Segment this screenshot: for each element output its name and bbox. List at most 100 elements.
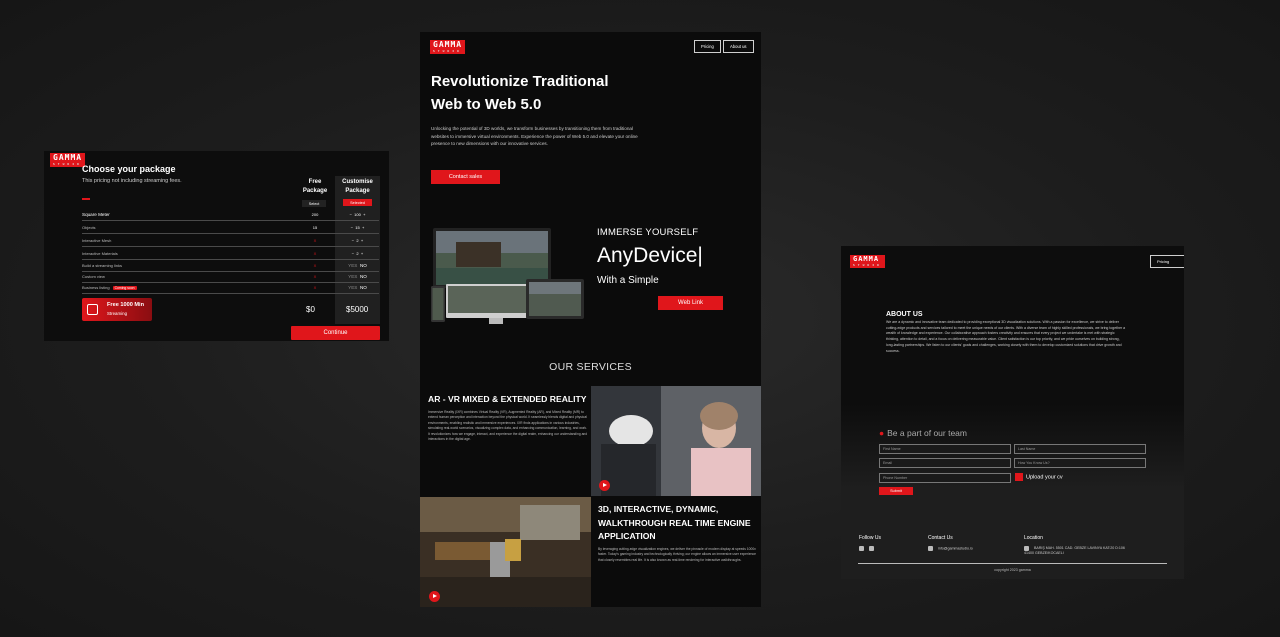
continue-button[interactable]: Continue [291, 326, 380, 340]
location-row: BARIŞ MAH. 5501 CAD. GEBZE LAVINYA KAT:2… [1024, 546, 1134, 556]
custom-price: $5000 [346, 305, 369, 314]
stepper-minus[interactable]: − [352, 238, 354, 243]
yes-no-toggle[interactable]: YES NO [335, 263, 380, 268]
hero-title-line1: Revolutionize Traditional [431, 73, 609, 90]
logo-text: GAMMA [53, 153, 83, 162]
stepper-minus[interactable]: − [350, 212, 352, 217]
play-icon[interactable] [429, 591, 440, 602]
contact-email-row[interactable]: info@gammastudio.io [928, 546, 973, 551]
mail-icon [928, 546, 933, 551]
youtube-icon[interactable] [869, 546, 874, 551]
gamma-logo[interactable]: GAMMA STUDIO [850, 255, 885, 268]
yes-option[interactable]: YES [348, 274, 357, 279]
select-free-button[interactable]: Select [302, 200, 326, 207]
custom-heading-line1: Customise [342, 179, 373, 185]
join-team-text: Be a part of our team [887, 428, 967, 438]
custom-package-heading: Customise Package [335, 178, 380, 195]
row-label: Custom view [82, 274, 105, 279]
follow-us-heading: Follow Us [859, 535, 881, 541]
stepper-value: 2 [356, 251, 359, 256]
hero-title: Revolutionize Traditional Web to Web 5.0 [431, 70, 691, 116]
no-option[interactable]: NO [360, 285, 367, 290]
pricing-subtitle: This pricing not including streaming fee… [82, 178, 182, 184]
stepper-plus[interactable]: + [363, 212, 365, 217]
vr-headset-photo [591, 386, 761, 496]
phone-field[interactable]: Phone Number [879, 473, 1011, 483]
logo-subtext: STUDIO [53, 162, 82, 166]
social-icons [859, 546, 879, 551]
upload-label: Upload your cv [1026, 474, 1063, 481]
custom-stepper: − 15 + [335, 225, 380, 230]
gamma-logo[interactable]: GAMMA STUDIO [430, 40, 466, 54]
yes-no-toggle[interactable]: YES NO [335, 274, 380, 279]
hero-title-line2: Web to Web 5.0 [431, 96, 542, 113]
service-realtime-engine: 3D, INTERACTIVE, DYNAMIC, WALKTHROUGH RE… [598, 503, 758, 563]
row-label-with-badge: Business listing Coming soon [82, 285, 137, 290]
stepper-minus[interactable]: − [352, 251, 354, 256]
contact-email[interactable]: info@gammastudio.io [938, 546, 973, 550]
stepper-value: 2 [356, 238, 359, 243]
pricing-panel: GAMMA STUDIO Choose your package This pri… [44, 151, 389, 341]
no-option[interactable]: NO [360, 274, 367, 279]
hero-description: Unlocking the potential of 3D worlds, we… [431, 126, 638, 146]
row-label: Interactive Mesh [82, 238, 112, 243]
linkedin-icon[interactable] [859, 546, 864, 551]
logo-subtext: STUDIO [433, 49, 462, 53]
streaming-subtitle: Streaming [107, 311, 128, 316]
free-package-heading: Free Package [296, 178, 334, 195]
yes-no-toggle[interactable]: YES NO [335, 285, 380, 290]
nav-pricing-button[interactable]: Pricing [694, 40, 721, 53]
footer-divider [858, 563, 1167, 564]
stepper-plus[interactable]: + [362, 225, 364, 230]
service-text: By leveraging cutting-edge visualization… [598, 546, 756, 562]
row-label: Objects [82, 225, 96, 230]
stepper-minus[interactable]: − [351, 225, 353, 230]
selected-custom-button[interactable]: Selected [343, 199, 372, 206]
stepper-value: 100 [354, 212, 361, 217]
stepper-plus[interactable]: + [361, 251, 363, 256]
web-link-button[interactable]: Web Link [658, 296, 723, 310]
email-field[interactable]: Email [879, 458, 1011, 468]
nav-about-button[interactable]: About us [723, 40, 754, 53]
about-title: ABOUT US [886, 311, 923, 318]
streaming-icon [87, 304, 98, 315]
coming-soon-badge: Coming soon [112, 286, 137, 290]
submit-button[interactable]: Submit [879, 487, 913, 495]
free-heading-line1: Free [308, 179, 322, 185]
free-x-mark: X [313, 285, 317, 290]
contact-us-heading: Contact Us [928, 535, 953, 541]
logo-subtext: STUDIO [853, 263, 882, 267]
how-know-us-field[interactable]: How You Know Us? [1014, 458, 1146, 468]
copyright-text: copyright 2023 gamma [994, 568, 1031, 572]
gamma-logo[interactable]: GAMMA STUDIO [50, 153, 86, 167]
upload-cv-button[interactable]: Upload your cv [1015, 473, 1063, 481]
pricing-row: Interactive Mesh X − 2 + [82, 235, 379, 247]
no-option[interactable]: NO [360, 263, 367, 268]
logo-text: GAMMA [853, 255, 880, 263]
nav-pricing-button[interactable]: Pricing [1150, 255, 1184, 268]
stepper-plus[interactable]: + [361, 238, 363, 243]
footer-background [841, 489, 1184, 579]
streaming-title: Free 1000 Min [107, 302, 144, 308]
service-title: AR - VR MIXED & EXTENDED REALITY [428, 394, 587, 404]
row-label: Build a streaming links [82, 263, 123, 268]
streaming-card: Free 1000 Min Streaming [82, 298, 152, 321]
contact-sales-button[interactable]: Contact sales [431, 170, 500, 184]
custom-heading-line2: Package [345, 187, 370, 194]
location-address: BARIŞ MAH. 5501 CAD. GEBZE LAVINYA KAT:2… [1024, 546, 1125, 555]
free-x-mark: X [313, 238, 317, 243]
bullet-icon: ● [879, 428, 885, 438]
free-x-mark: X [313, 274, 317, 279]
yes-option[interactable]: YES [348, 263, 357, 268]
last-name-field[interactable]: Last Name [1014, 444, 1146, 454]
free-heading-line2: Package [302, 187, 328, 194]
pricing-row: Square Meter 200 − 100 + [82, 209, 379, 221]
row-label: Interactive Materials [82, 251, 118, 256]
pricing-row: Business listing Coming soon X YES NO [82, 282, 379, 294]
free-x-mark: X [313, 251, 317, 256]
services-heading: OUR SERVICES [549, 361, 632, 373]
play-icon[interactable] [599, 480, 610, 491]
custom-stepper: − 2 + [335, 251, 380, 256]
first-name-field[interactable]: First Name [879, 444, 1011, 454]
yes-option[interactable]: YES [348, 285, 357, 290]
